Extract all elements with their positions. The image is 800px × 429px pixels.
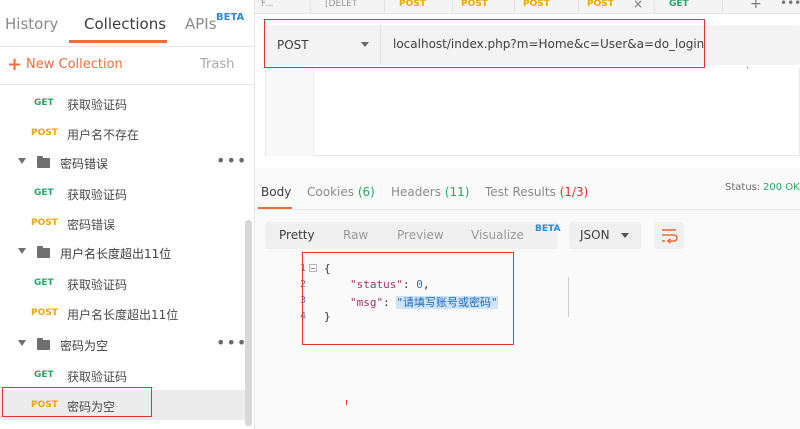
chevron-down-icon[interactable] <box>18 340 26 346</box>
folder-item[interactable]: 密码错误 ••• <box>0 148 245 178</box>
headers-count: (11) <box>444 185 470 199</box>
trash-button[interactable]: Trash <box>200 57 234 72</box>
format-select-value: JSON <box>580 228 610 242</box>
status-label: Status: <box>725 182 761 193</box>
request-item[interactable]: GET 获取验证码 <box>0 268 245 298</box>
request-name: 获取验证码 <box>67 188 128 202</box>
method-badge: POST <box>31 308 58 318</box>
folder-name: 用户名长度超出11位 <box>60 247 172 261</box>
tab-cookies-label: Cookies <box>307 185 354 199</box>
method-badge: GET <box>34 370 54 380</box>
annotation-box <box>302 252 514 345</box>
divider <box>255 209 800 210</box>
new-collection-button[interactable]: New Collection <box>26 57 123 72</box>
request-name: 获取验证码 <box>67 370 128 384</box>
format-select[interactable]: JSON <box>569 222 641 249</box>
request-tab[interactable]: POST <box>393 0 453 13</box>
folder-icon <box>37 156 50 168</box>
tab-headers-label: Headers <box>391 185 441 199</box>
test-results-count: (1/3) <box>559 185 589 199</box>
method-badge: GET <box>34 188 54 198</box>
request-item[interactable]: POST 用户名不存在 <box>0 118 245 148</box>
sidebar-scrollbar[interactable] <box>245 220 252 426</box>
tab-history[interactable]: History <box>5 15 58 33</box>
annotation-box <box>264 19 705 68</box>
request-tab[interactable]: F... <box>255 0 311 13</box>
folder-icon <box>37 246 50 258</box>
tab-method: POST <box>399 0 426 9</box>
tab-label: [DELET <box>325 0 358 9</box>
request-name: 密码错误 <box>67 218 116 232</box>
wrap-icon <box>662 229 678 244</box>
folder-item[interactable]: 用户名长度超出11位 <box>0 238 245 268</box>
method-badge: POST <box>31 218 58 228</box>
request-item[interactable]: POST 密码错误 <box>0 208 245 238</box>
plus-icon[interactable]: + <box>7 54 22 75</box>
tab-method: POST <box>523 0 550 9</box>
request-item[interactable]: GET 获取验证码 <box>0 360 245 390</box>
tab-headers[interactable]: Headers (11) <box>391 185 469 199</box>
method-badge: POST <box>31 128 58 138</box>
view-mode-group: Pretty Raw Preview Visualize BETA <box>265 222 561 249</box>
sidebar-tabs: History Collections APIs BETA <box>0 0 255 46</box>
wrap-lines-button[interactable] <box>654 222 684 249</box>
request-name: 用户名不存在 <box>67 128 140 142</box>
folder-item[interactable]: 密码为空 ••• <box>0 330 245 360</box>
beta-badge: BETA <box>535 224 561 234</box>
request-params-panel <box>265 68 800 156</box>
params-gutter <box>266 68 314 156</box>
request-tab[interactable]: POST <box>517 0 579 13</box>
request-tab-bar: F... [DELET POST POST POST POST × GET + … <box>255 0 800 14</box>
tab-test-results-label: Test Results <box>485 185 556 199</box>
request-tab[interactable]: GET <box>663 0 723 13</box>
tab-label: F... <box>261 0 274 9</box>
annotation-mark <box>346 400 347 405</box>
collection-tree: GET 获取验证码 POST 用户名不存在 密码错误 ••• GET 获取验证码… <box>0 86 245 429</box>
annotation-box <box>2 387 152 417</box>
tab-method: POST <box>461 0 488 9</box>
visualize-button[interactable]: Visualize <box>471 228 524 242</box>
method-badge: GET <box>34 98 54 108</box>
tab-collections[interactable]: Collections <box>84 15 166 33</box>
folder-icon <box>37 338 50 350</box>
request-name: 获取验证码 <box>67 98 128 112</box>
new-collection-row: + New Collection Trash <box>0 47 255 85</box>
request-name: 获取验证码 <box>67 278 128 292</box>
tab-test-results[interactable]: Test Results (1/3) <box>485 185 588 199</box>
close-icon[interactable]: × <box>633 0 643 11</box>
request-tab[interactable]: [DELET <box>319 0 385 13</box>
more-icon[interactable]: ••• <box>780 0 800 10</box>
chevron-down-icon <box>621 233 629 238</box>
more-options-icon[interactable]: ••• <box>216 333 245 352</box>
request-tab[interactable]: POST <box>455 0 515 13</box>
tab-apis[interactable]: APIs <box>185 15 217 33</box>
folder-name: 密码错误 <box>60 157 109 171</box>
chevron-down-icon[interactable] <box>18 248 26 254</box>
method-badge: GET <box>34 278 54 288</box>
request-tab-active[interactable]: POST <box>581 0 655 13</box>
sidebar: History Collections APIs BETA + New Coll… <box>0 0 255 429</box>
tab-cookies[interactable]: Cookies (6) <box>307 185 375 199</box>
cookies-count: (6) <box>357 185 375 199</box>
indent-guide <box>568 277 569 317</box>
request-item[interactable]: GET 获取验证码 <box>0 88 245 118</box>
beta-badge: BETA <box>216 12 245 23</box>
pretty-button[interactable]: Pretty <box>279 228 315 242</box>
tab-method: POST <box>587 0 614 9</box>
request-item[interactable]: POST 用户名长度超出11位 <box>0 298 245 328</box>
request-item[interactable]: GET 获取验证码 <box>0 178 245 208</box>
preview-button[interactable]: Preview <box>397 228 444 242</box>
chevron-down-icon[interactable] <box>18 158 26 164</box>
request-name: 用户名长度超出11位 <box>67 308 179 322</box>
active-tab-indicator <box>69 40 167 43</box>
folder-name: 密码为空 <box>60 339 109 353</box>
tab-method: GET <box>669 0 689 9</box>
main-panel: F... [DELET POST POST POST POST × GET + … <box>255 0 800 429</box>
status-value: 200 OK <box>763 182 800 193</box>
add-tab-icon[interactable]: + <box>750 0 762 12</box>
more-options-icon[interactable]: ••• <box>216 151 245 170</box>
raw-button[interactable]: Raw <box>343 228 368 242</box>
tab-body[interactable]: Body <box>261 185 291 199</box>
